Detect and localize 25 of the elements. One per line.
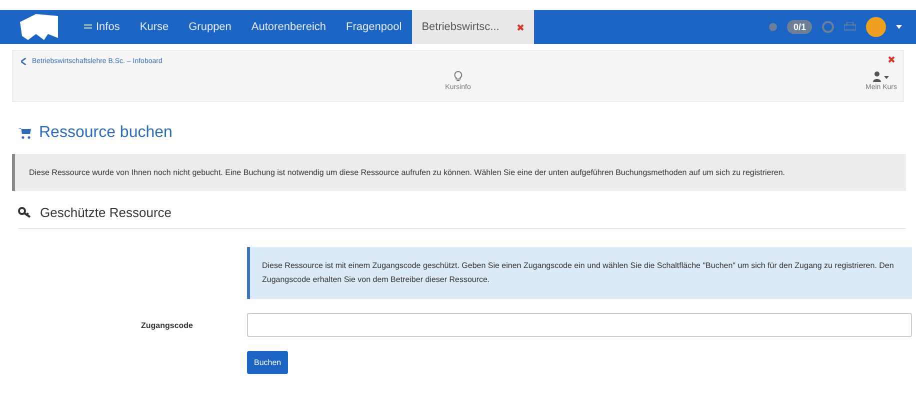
menu-icon [84,24,92,30]
lightbulb-icon[interactable] [454,71,462,82]
caret-icon[interactable] [896,25,902,29]
cart-icon [18,128,31,138]
close-icon[interactable] [888,56,895,63]
avatar[interactable] [866,17,886,37]
section-title: Geschützte Ressource [40,205,172,220]
notification-badge[interactable]: 0/1 [787,20,812,34]
nav-link[interactable]: Gruppen [178,10,242,44]
nav-link[interactable]: Fragenpool [336,10,412,44]
nav-link[interactable]: Infos [74,10,130,44]
info-message: Diese Ressource ist mit einem Zugangscode geschützt. Geben Sie einen Zugangscode ein und wählen Sie die Schaltfläche "Buchen" um sich für den Zugang zu registrieren. Den Zugangscode erhalten Sie von dem Betreiber dieser Ressource. [247,247,912,299]
nav-link[interactable]: Kurse [130,10,179,44]
back-icon[interactable] [21,58,26,64]
book-button[interactable]: Buchen [247,351,288,374]
user-icon[interactable] [873,71,890,82]
page-title: Ressource buchen [39,124,172,142]
access-code-field[interactable] [247,313,912,337]
course-tab[interactable]: Betriebswirtsc... [412,10,534,44]
key-icon [18,207,32,218]
notice-message: Diese Ressource wurde von Ihnen noch nicht gebucht. Eine Buchung ist notwendig um diese Ressource aufrufen zu können. Wählen Sie eine der unten aufgeführen Buchungsmethoden auf um sich zu registrieren. [12,154,906,191]
status-dot-icon [769,23,778,31]
field-label: Zugangscode [140,320,194,330]
close-icon[interactable] [517,24,524,30]
nav-link[interactable]: Autorenbereich [241,10,336,44]
